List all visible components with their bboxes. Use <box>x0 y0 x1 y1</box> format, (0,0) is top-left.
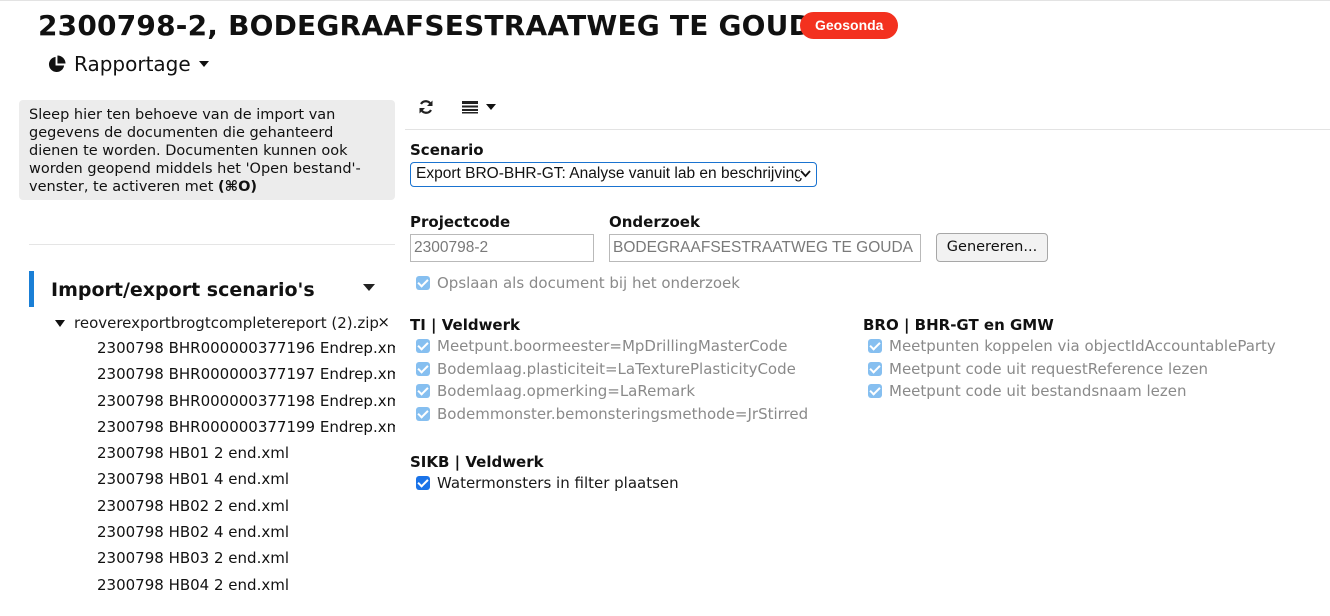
scenario-select[interactable]: Export BRO-BHR-GT: Analyse vanuit lab en… <box>410 162 817 187</box>
checkbox-icon[interactable] <box>416 384 430 398</box>
top-border <box>0 0 1330 1</box>
file-item[interactable]: 2300798 HB01 4 end.xml <box>97 469 395 495</box>
bro-option[interactable]: Meetpunt code uit requestReference lezen <box>868 359 1208 379</box>
scenario-value: Export BRO-BHR-GT: Analyse vanuit lab en… <box>416 165 803 182</box>
onderzoek-field[interactable]: BODEGRAAFSESTRAATWEG TE GOUDA <box>609 234 921 262</box>
page-title: 2300798-2, BODEGRAAFSESTRAATWEG TE GOUDA <box>38 9 834 42</box>
bro-option-label: Meetpunten koppelen via objectIdAccounta… <box>889 337 1276 355</box>
refresh-button[interactable] <box>418 96 434 118</box>
accent-bar <box>29 271 34 307</box>
sikb-section-title: SIKB | Veldwerk <box>410 453 544 471</box>
view-menu-button[interactable] <box>461 96 496 118</box>
checkbox-icon[interactable] <box>868 384 882 398</box>
file-item[interactable]: 2300798 BHR000000377199 Endrep.xml <box>97 417 395 443</box>
tree-zip-item[interactable]: reoverexportbrogtcompletereport (2).zip … <box>55 313 395 333</box>
save-document-label: Opslaan als document bij het onderzoek <box>437 274 740 292</box>
zip-name: reoverexportbrogtcompletereport (2).zip <box>74 314 379 332</box>
sikb-option-label: Watermonsters in filter plaatsen <box>437 474 679 492</box>
ti-option[interactable]: Bodemlaag.opmerking=LaRemark <box>416 381 695 401</box>
scenarios-header[interactable]: Import/export scenario's <box>29 271 395 307</box>
checkbox-icon[interactable] <box>416 339 430 353</box>
generate-button[interactable]: Genereren... <box>936 233 1048 262</box>
bro-section-title: BRO | BHR-GT en GMW <box>863 316 1054 334</box>
sikb-option[interactable]: Watermonsters in filter plaatsen <box>416 473 679 493</box>
dropzone-text: Sleep hier ten behoeve van de import van… <box>29 107 361 195</box>
save-document-checkbox[interactable]: Opslaan als document bij het onderzoek <box>416 273 740 293</box>
pie-chart-icon <box>48 54 66 72</box>
ti-section-title: TI | Veldwerk <box>410 316 520 334</box>
expand-triangle-icon[interactable] <box>55 319 65 327</box>
ti-option-label: Bodemlaag.plasticiteit=LaTexturePlastici… <box>437 360 796 378</box>
file-item[interactable]: 2300798 HB02 2 end.xml <box>97 496 395 522</box>
file-item[interactable]: 2300798 HB01 2 end.xml <box>97 443 395 469</box>
checkbox-icon[interactable] <box>416 476 430 490</box>
checkbox-icon[interactable] <box>868 362 882 376</box>
projectcode-label: Projectcode <box>410 213 511 231</box>
chevron-down-icon[interactable] <box>363 284 375 291</box>
toolbar-divider <box>405 129 1330 130</box>
chevron-down-icon <box>198 61 209 67</box>
onderzoek-label: Onderzoek <box>609 213 700 231</box>
ti-option[interactable]: Meetpunt.boormeester=MpDrillingMasterCod… <box>416 336 787 356</box>
checkbox-icon[interactable] <box>868 339 882 353</box>
file-item[interactable]: 2300798 BHR000000377196 Endrep.xml <box>97 338 395 364</box>
ti-option-label: Bodemmonster.bemonsteringsmethode=JrStir… <box>437 405 809 423</box>
checkbox-icon[interactable] <box>416 407 430 421</box>
chevron-down-icon <box>800 170 811 178</box>
scenario-label: Scenario <box>410 141 484 159</box>
file-item[interactable]: 2300798 HB04 2 end.xml <box>97 575 395 601</box>
list-icon <box>462 101 478 114</box>
refresh-icon <box>419 100 433 114</box>
projectcode-field[interactable]: 2300798-2 <box>410 234 594 262</box>
chevron-down-icon <box>486 104 496 110</box>
ti-option-label: Meetpunt.boormeester=MpDrillingMasterCod… <box>437 337 788 355</box>
checkbox-icon[interactable] <box>416 276 430 290</box>
report-menu-label: Rapportage <box>74 52 191 76</box>
file-list: 2300798 BHR000000377196 Endrep.xml 23007… <box>97 338 395 601</box>
ti-option-label: Bodemlaag.opmerking=LaRemark <box>437 382 696 400</box>
ti-option[interactable]: Bodemmonster.bemonsteringsmethode=JrStir… <box>416 404 808 424</box>
bro-option-label: Meetpunt code uit requestReference lezen <box>889 360 1209 378</box>
scenarios-title: Import/export scenario's <box>51 279 315 301</box>
checkbox-icon[interactable] <box>416 362 430 376</box>
dropzone-shortcut: (⌘O) <box>218 179 258 195</box>
bro-option-label: Meetpunt code uit bestandsnaam lezen <box>889 382 1187 400</box>
report-menu-button[interactable]: Rapportage <box>47 52 209 76</box>
sidebar-divider <box>29 244 395 245</box>
bro-option[interactable]: Meetpunten koppelen via objectIdAccounta… <box>868 336 1276 356</box>
file-item[interactable]: 2300798 BHR000000377197 Endrep.xml <box>97 364 395 390</box>
import-dropzone[interactable]: Sleep hier ten behoeve van de import van… <box>19 100 395 200</box>
company-badge: Geosonda <box>800 12 899 39</box>
bro-option[interactable]: Meetpunt code uit bestandsnaam lezen <box>868 381 1187 401</box>
file-item[interactable]: 2300798 HB02 4 end.xml <box>97 522 395 548</box>
close-icon[interactable]: × <box>377 313 390 331</box>
ti-option[interactable]: Bodemlaag.plasticiteit=LaTexturePlastici… <box>416 359 796 379</box>
file-item[interactable]: 2300798 HB03 2 end.xml <box>97 548 395 574</box>
file-item[interactable]: 2300798 BHR000000377198 Endrep.xml <box>97 391 395 417</box>
